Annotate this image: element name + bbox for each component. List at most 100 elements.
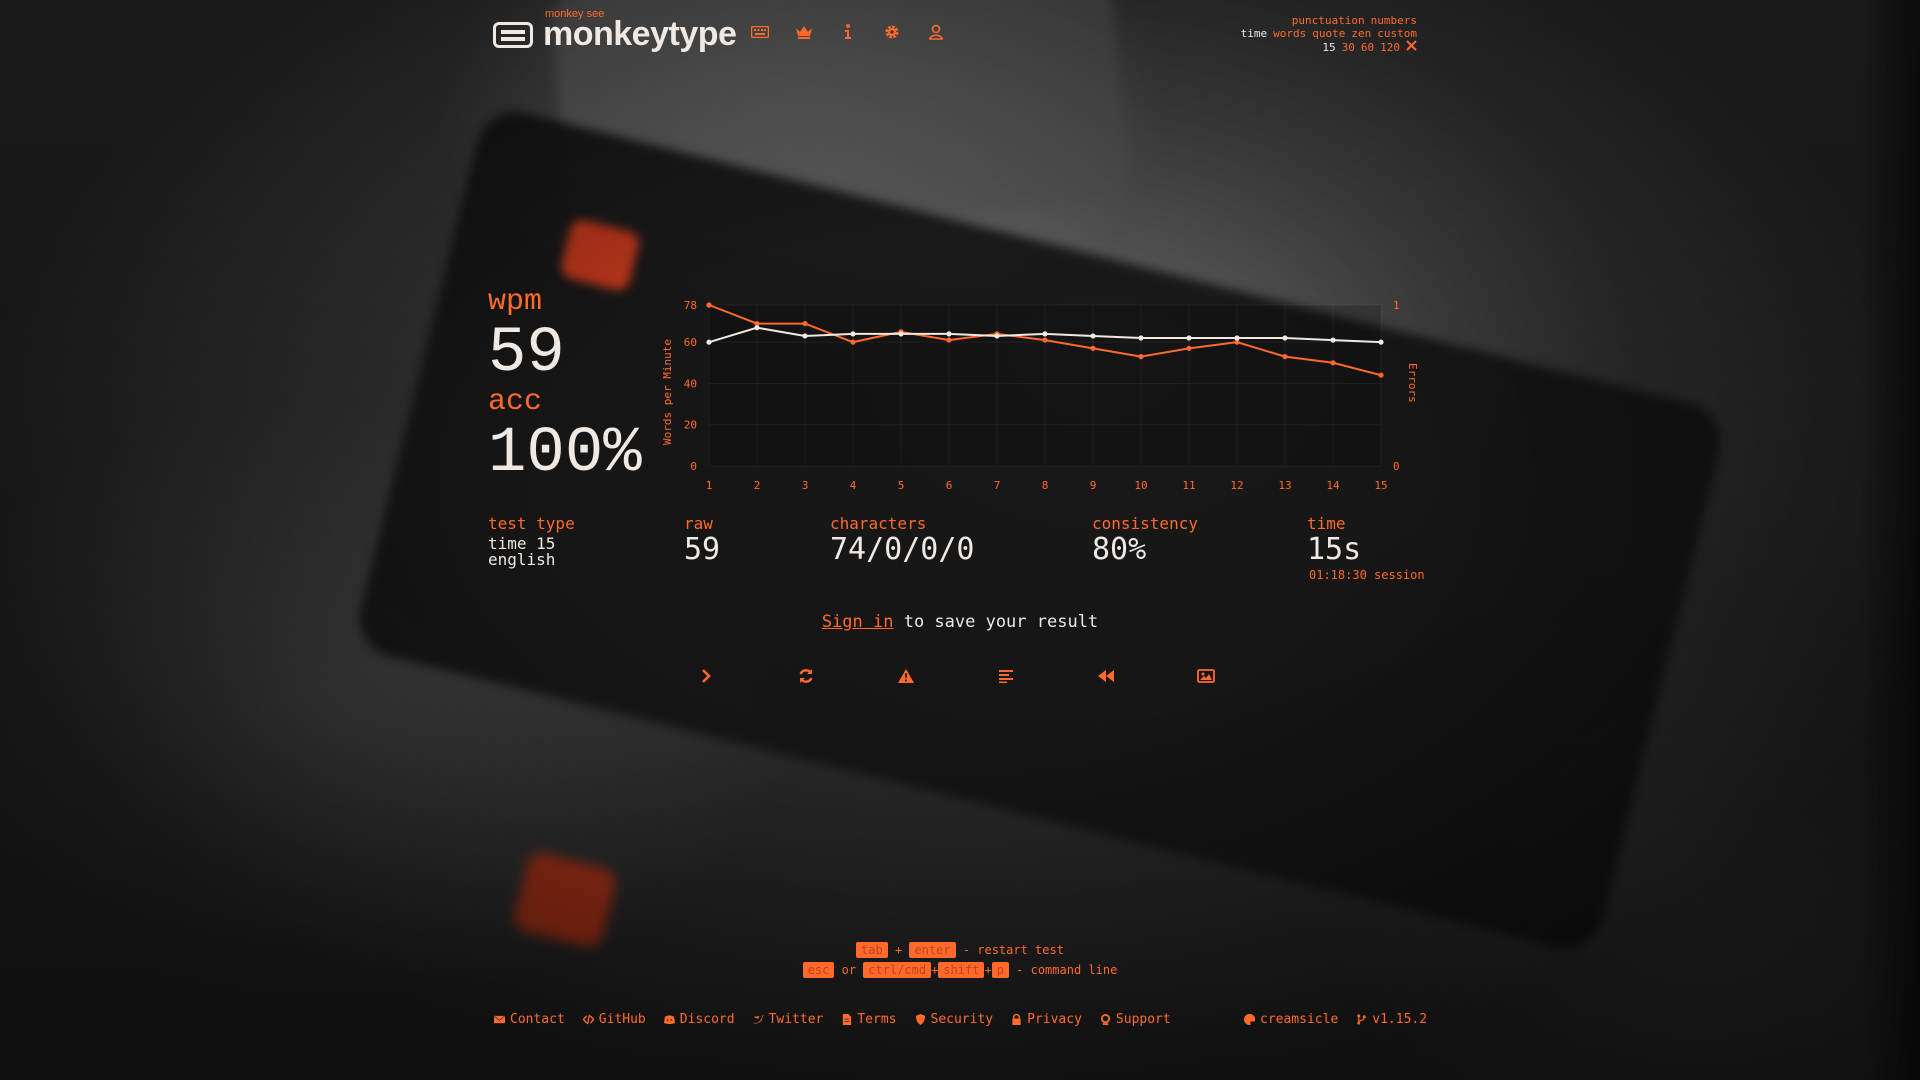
chart-xtick-label: 13 bbox=[1278, 479, 1291, 492]
config-mode-zen[interactable]: zen bbox=[1351, 27, 1371, 40]
next-test-button[interactable] bbox=[696, 666, 716, 686]
config-numbers[interactable]: numbers bbox=[1371, 14, 1417, 27]
user-icon[interactable] bbox=[926, 22, 946, 42]
chart-xtick-label: 11 bbox=[1182, 479, 1195, 492]
footer-security[interactable]: Security bbox=[915, 1012, 993, 1027]
chart-xtick-label: 2 bbox=[754, 479, 761, 492]
footer-contact[interactable]: Contact bbox=[494, 1012, 565, 1027]
config-mode-custom[interactable]: custom bbox=[1377, 27, 1417, 40]
chart-y2tick-label: 0 bbox=[1393, 460, 1400, 473]
footer-links: Contact GitHub Discord Twitter Terms Sec… bbox=[494, 1012, 1171, 1027]
chart-xtick-label: 15 bbox=[1374, 479, 1387, 492]
lock-icon bbox=[1012, 1014, 1021, 1025]
code-branch-icon bbox=[1357, 1014, 1366, 1025]
chart-ytick-label: 60 bbox=[684, 336, 697, 349]
chart-point-1 bbox=[1378, 372, 1384, 378]
chart-point-0 bbox=[1042, 331, 1048, 337]
report-button[interactable] bbox=[896, 666, 916, 686]
footer-terms[interactable]: Terms bbox=[841, 1012, 897, 1027]
session-time: 01:18:30 session bbox=[1309, 568, 1425, 582]
kbd-esc: esc bbox=[802, 962, 835, 978]
info-icon[interactable] bbox=[838, 22, 858, 42]
replay-button[interactable] bbox=[1096, 666, 1116, 686]
signin-text: to save your result bbox=[893, 612, 1099, 632]
chart-point-1 bbox=[802, 320, 808, 327]
hint-plus: + bbox=[984, 963, 992, 977]
config-mode-quote[interactable]: quote bbox=[1312, 27, 1345, 40]
chart-xtick-label: 8 bbox=[1042, 479, 1049, 492]
wpm-label: wpm bbox=[488, 285, 543, 319]
config-time-120[interactable]: 120 bbox=[1380, 41, 1400, 54]
rewind-icon bbox=[1098, 670, 1114, 682]
chart-point-0 bbox=[1138, 335, 1144, 341]
chart-xtick-label: 4 bbox=[850, 479, 857, 492]
gear-icon[interactable] bbox=[882, 22, 902, 42]
warning-icon bbox=[898, 669, 914, 683]
consistency-value: 80% bbox=[1092, 532, 1147, 567]
chart-point-1 bbox=[850, 339, 856, 345]
config-time-60[interactable]: 60 bbox=[1361, 41, 1374, 54]
theme-name: creamsicle bbox=[1260, 1012, 1339, 1027]
footer-discord[interactable]: Discord bbox=[663, 1012, 735, 1027]
shield-icon bbox=[915, 1014, 925, 1025]
restart-test-button[interactable] bbox=[796, 666, 816, 686]
chart-xtick-label: 1 bbox=[706, 479, 713, 492]
crown-icon[interactable] bbox=[794, 22, 814, 42]
chart-xtick-label: 3 bbox=[802, 479, 809, 492]
chart-point-0 bbox=[946, 331, 952, 337]
config-mode-time[interactable]: time bbox=[1241, 27, 1268, 40]
test-type-label: test type bbox=[488, 514, 575, 533]
chart-point-0 bbox=[1378, 339, 1384, 345]
kbd-ctrl-cmd: ctrl/cmd bbox=[863, 962, 932, 978]
config-time-15[interactable]: 15 bbox=[1322, 41, 1335, 54]
image-icon bbox=[1197, 669, 1215, 683]
footer-twitter-label: Twitter bbox=[768, 1012, 824, 1027]
hint-restart: tab + enter - restart test bbox=[0, 942, 1920, 958]
config-punctuation[interactable]: punctuation bbox=[1292, 14, 1365, 27]
footer-privacy[interactable]: Privacy bbox=[1011, 1012, 1082, 1027]
chart-point-0 bbox=[1090, 333, 1096, 339]
footer-twitter[interactable]: Twitter bbox=[752, 1012, 824, 1027]
result-actions bbox=[696, 666, 1216, 686]
footer-meta: creamsicle v1.15.2 bbox=[1244, 1012, 1427, 1027]
chart-y2tick-label: 1 bbox=[1393, 299, 1400, 312]
kbd-p: p bbox=[991, 962, 1009, 978]
tools-icon[interactable] bbox=[1406, 40, 1417, 54]
kbd-enter: enter bbox=[909, 942, 956, 958]
config-row-modes: time words quote zen custom bbox=[1235, 27, 1417, 40]
footer-support-label: Support bbox=[1115, 1012, 1171, 1027]
chart-point-1 bbox=[1090, 345, 1096, 351]
chart-point-0 bbox=[850, 331, 856, 337]
chart-point-0 bbox=[898, 331, 904, 337]
config-row-modifiers: punctuation numbers bbox=[1235, 14, 1417, 27]
footer-github[interactable]: GitHub bbox=[582, 1012, 646, 1027]
footer-support[interactable]: Support bbox=[1100, 1012, 1171, 1027]
hint-command-text: - command line bbox=[1016, 963, 1118, 977]
chart-xtick-label: 9 bbox=[1090, 479, 1097, 492]
signin-link[interactable]: Sign in bbox=[822, 612, 894, 632]
chart-ytick-label: 20 bbox=[684, 419, 697, 432]
chart-point-1 bbox=[706, 302, 712, 308]
chart-xtick-label: 10 bbox=[1134, 479, 1147, 492]
keyboard-icon[interactable] bbox=[750, 22, 770, 42]
chart-point-1 bbox=[1186, 345, 1192, 351]
config-mode-words[interactable]: words bbox=[1273, 27, 1306, 40]
version-button[interactable]: v1.15.2 bbox=[1356, 1012, 1427, 1027]
theme-button[interactable]: creamsicle bbox=[1244, 1012, 1338, 1027]
keyboard-logo-icon bbox=[493, 22, 533, 48]
screenshot-button[interactable] bbox=[1196, 666, 1216, 686]
refresh-icon bbox=[799, 669, 813, 683]
footer-contact-label: Contact bbox=[510, 1012, 565, 1027]
logo[interactable]: monkey see monkeytype bbox=[493, 8, 737, 54]
chart-point-0 bbox=[994, 333, 1000, 339]
wpm-chart: Words per Minute Errors 786040200101 2 3 4 5… bbox=[661, 299, 1419, 492]
chart-point-0 bbox=[1186, 335, 1192, 341]
chevron-right-icon bbox=[702, 669, 711, 683]
config-time-30[interactable]: 30 bbox=[1342, 41, 1355, 54]
document-icon bbox=[843, 1014, 852, 1025]
time-label: time bbox=[1307, 514, 1346, 533]
acc-label: acc bbox=[488, 385, 543, 419]
word-history-button[interactable] bbox=[996, 666, 1016, 686]
version-number: v1.15.2 bbox=[1372, 1012, 1428, 1027]
consistency-label: consistency bbox=[1092, 514, 1198, 533]
